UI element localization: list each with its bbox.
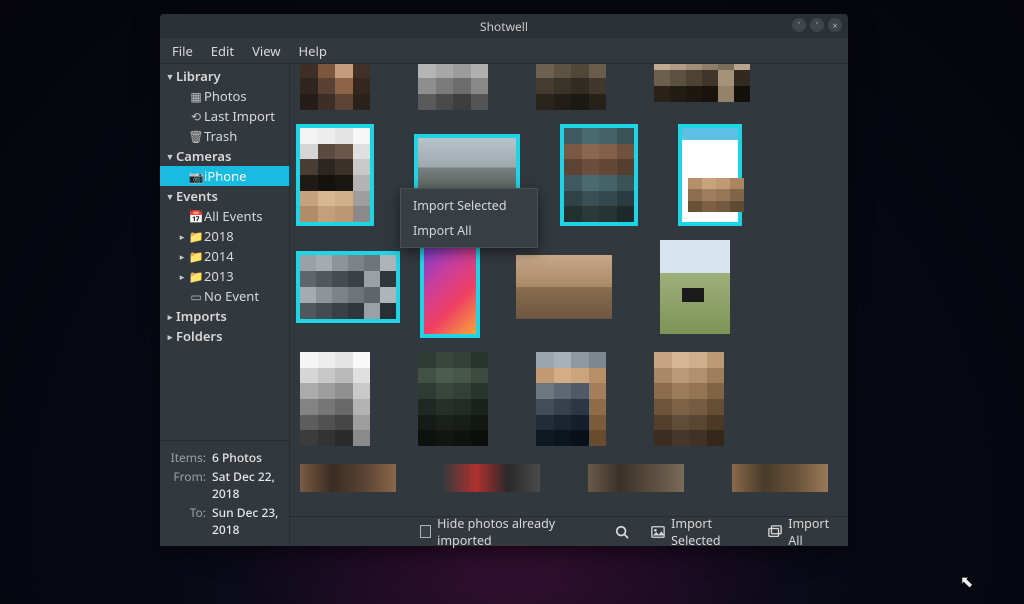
sidebar-item-label: 2013 xyxy=(204,267,234,285)
sidebar-imports-header[interactable]: ▸Imports xyxy=(160,306,289,326)
images-icon xyxy=(768,525,782,539)
app-window: Shotwell ˅ ˄ × File Edit View Help ▼Libr… xyxy=(160,14,848,546)
folder-icon: 📁 xyxy=(188,248,204,265)
hide-imported-checkbox[interactable]: Hide photos already imported xyxy=(420,515,583,549)
sidebar-cameras-header[interactable]: ▼Cameras xyxy=(160,146,289,166)
sidebar-item-label: All Events xyxy=(204,207,263,225)
import-all-label: Import All xyxy=(788,515,834,549)
sidebar-tree: ▼Library ▦Photos ⟲Last Import 🗑Trash ▼Ca… xyxy=(160,64,289,440)
titlebar[interactable]: Shotwell ˅ ˄ × xyxy=(160,14,848,38)
sidebar-label: Folders xyxy=(176,327,223,345)
sidebar-item-label: Photos xyxy=(204,87,247,105)
sidebar-item-2018[interactable]: ▸📁2018 xyxy=(160,226,289,246)
menu-help[interactable]: Help xyxy=(291,39,335,63)
content-area: Hide photos already imported Import Sele… xyxy=(290,64,848,546)
photo-thumbnail-selected[interactable] xyxy=(300,255,396,319)
sidebar-item-label: Last Import xyxy=(204,107,275,125)
sidebar-library-header[interactable]: ▼Library xyxy=(160,66,289,86)
minimize-button[interactable]: ˅ xyxy=(792,18,806,32)
photo-thumbnail[interactable] xyxy=(732,464,828,492)
last-import-icon: ⟲ xyxy=(188,108,204,125)
sidebar-label: Imports xyxy=(176,307,227,325)
info-from-value: Sat Dec 22, 2018 xyxy=(206,468,283,502)
info-to-value: Sun Dec 23, 2018 xyxy=(206,504,283,538)
sidebar-item-iphone[interactable]: 📷iPhone xyxy=(160,166,289,186)
sidebar-item-2013[interactable]: ▸📁2013 xyxy=(160,266,289,286)
info-to-label: To: xyxy=(166,504,206,538)
no-event-icon: ▭ xyxy=(188,288,204,305)
photo-thumbnail-selected[interactable] xyxy=(564,128,634,222)
menubar: File Edit View Help xyxy=(160,38,848,64)
sidebar: ▼Library ▦Photos ⟲Last Import 🗑Trash ▼Ca… xyxy=(160,64,290,546)
photo-thumbnail[interactable] xyxy=(536,64,606,110)
info-items-label: Items: xyxy=(166,449,206,466)
close-button[interactable]: × xyxy=(828,18,842,32)
info-from-label: From: xyxy=(166,468,206,502)
sidebar-item-trash[interactable]: 🗑Trash xyxy=(160,126,289,146)
folder-icon: 📁 xyxy=(188,268,204,285)
sidebar-item-no-event[interactable]: ▭No Event xyxy=(160,286,289,306)
window-title: Shotwell xyxy=(480,18,528,35)
checkbox-icon xyxy=(420,525,431,538)
photo-thumbnail-selected[interactable] xyxy=(300,128,370,222)
photos-icon: ▦ xyxy=(188,88,204,105)
context-import-all[interactable]: Import All xyxy=(401,218,537,243)
trash-icon: 🗑 xyxy=(188,128,204,145)
photo-thumbnail[interactable] xyxy=(516,255,612,319)
mouse-cursor-icon: ⬉ xyxy=(960,570,973,592)
photo-thumbnail[interactable] xyxy=(660,240,730,334)
photo-thumbnail[interactable] xyxy=(654,352,724,446)
sidebar-item-last-import[interactable]: ⟲Last Import xyxy=(160,106,289,126)
maximize-button[interactable]: ˄ xyxy=(810,18,824,32)
import-selected-label: Import Selected xyxy=(671,515,746,549)
image-icon xyxy=(651,525,665,539)
sidebar-item-label: 2014 xyxy=(204,247,234,265)
info-items-value: 6 Photos xyxy=(206,449,283,466)
search-icon xyxy=(615,525,629,539)
context-menu: Import Selected Import All xyxy=(400,188,538,248)
window-controls: ˅ ˄ × xyxy=(792,18,842,32)
bottom-toolbar: Hide photos already imported Import Sele… xyxy=(290,516,848,546)
import-all-button[interactable]: Import All xyxy=(764,512,838,552)
sidebar-label: Events xyxy=(176,187,218,205)
photo-thumbnail[interactable] xyxy=(536,352,606,446)
sidebar-events-header[interactable]: ▼Events xyxy=(160,186,289,206)
photo-thumbnail-selected[interactable] xyxy=(424,240,476,334)
sidebar-item-label: iPhone xyxy=(204,167,246,185)
calendar-icon: 📅 xyxy=(188,208,204,225)
photo-thumbnail[interactable] xyxy=(418,64,488,110)
photo-thumbnail[interactable] xyxy=(444,464,540,492)
camera-icon: 📷 xyxy=(188,168,204,185)
sidebar-label: Library xyxy=(176,67,221,85)
search-button[interactable] xyxy=(611,522,633,542)
folder-icon: 📁 xyxy=(188,228,204,245)
menu-view[interactable]: View xyxy=(244,39,288,63)
sidebar-item-label: 2018 xyxy=(204,227,234,245)
context-import-selected[interactable]: Import Selected xyxy=(401,193,537,218)
photo-thumbnail[interactable] xyxy=(300,352,370,446)
photo-thumbnail[interactable] xyxy=(300,64,370,110)
sidebar-item-all-events[interactable]: 📅All Events xyxy=(160,206,289,226)
sidebar-item-photos[interactable]: ▦Photos xyxy=(160,86,289,106)
sidebar-item-2014[interactable]: ▸📁2014 xyxy=(160,246,289,266)
photo-thumbnail[interactable] xyxy=(654,64,750,102)
sidebar-label: Cameras xyxy=(176,147,231,165)
sidebar-item-label: No Event xyxy=(204,287,259,305)
photo-thumbnail[interactable] xyxy=(588,464,684,492)
menu-file[interactable]: File xyxy=(164,39,201,63)
sidebar-folders-header[interactable]: ▸Folders xyxy=(160,326,289,346)
hide-imported-label: Hide photos already imported xyxy=(437,515,583,549)
photo-thumbnail-selected[interactable] xyxy=(682,128,738,222)
sidebar-item-label: Trash xyxy=(204,127,237,145)
photo-thumbnail[interactable] xyxy=(418,352,488,446)
thumbnail-grid[interactable] xyxy=(290,64,848,516)
import-selected-button[interactable]: Import Selected xyxy=(647,512,750,552)
sidebar-info-panel: Items:6 Photos From:Sat Dec 22, 2018 To:… xyxy=(160,440,289,546)
menu-edit[interactable]: Edit xyxy=(203,39,242,63)
photo-thumbnail[interactable] xyxy=(300,464,396,492)
